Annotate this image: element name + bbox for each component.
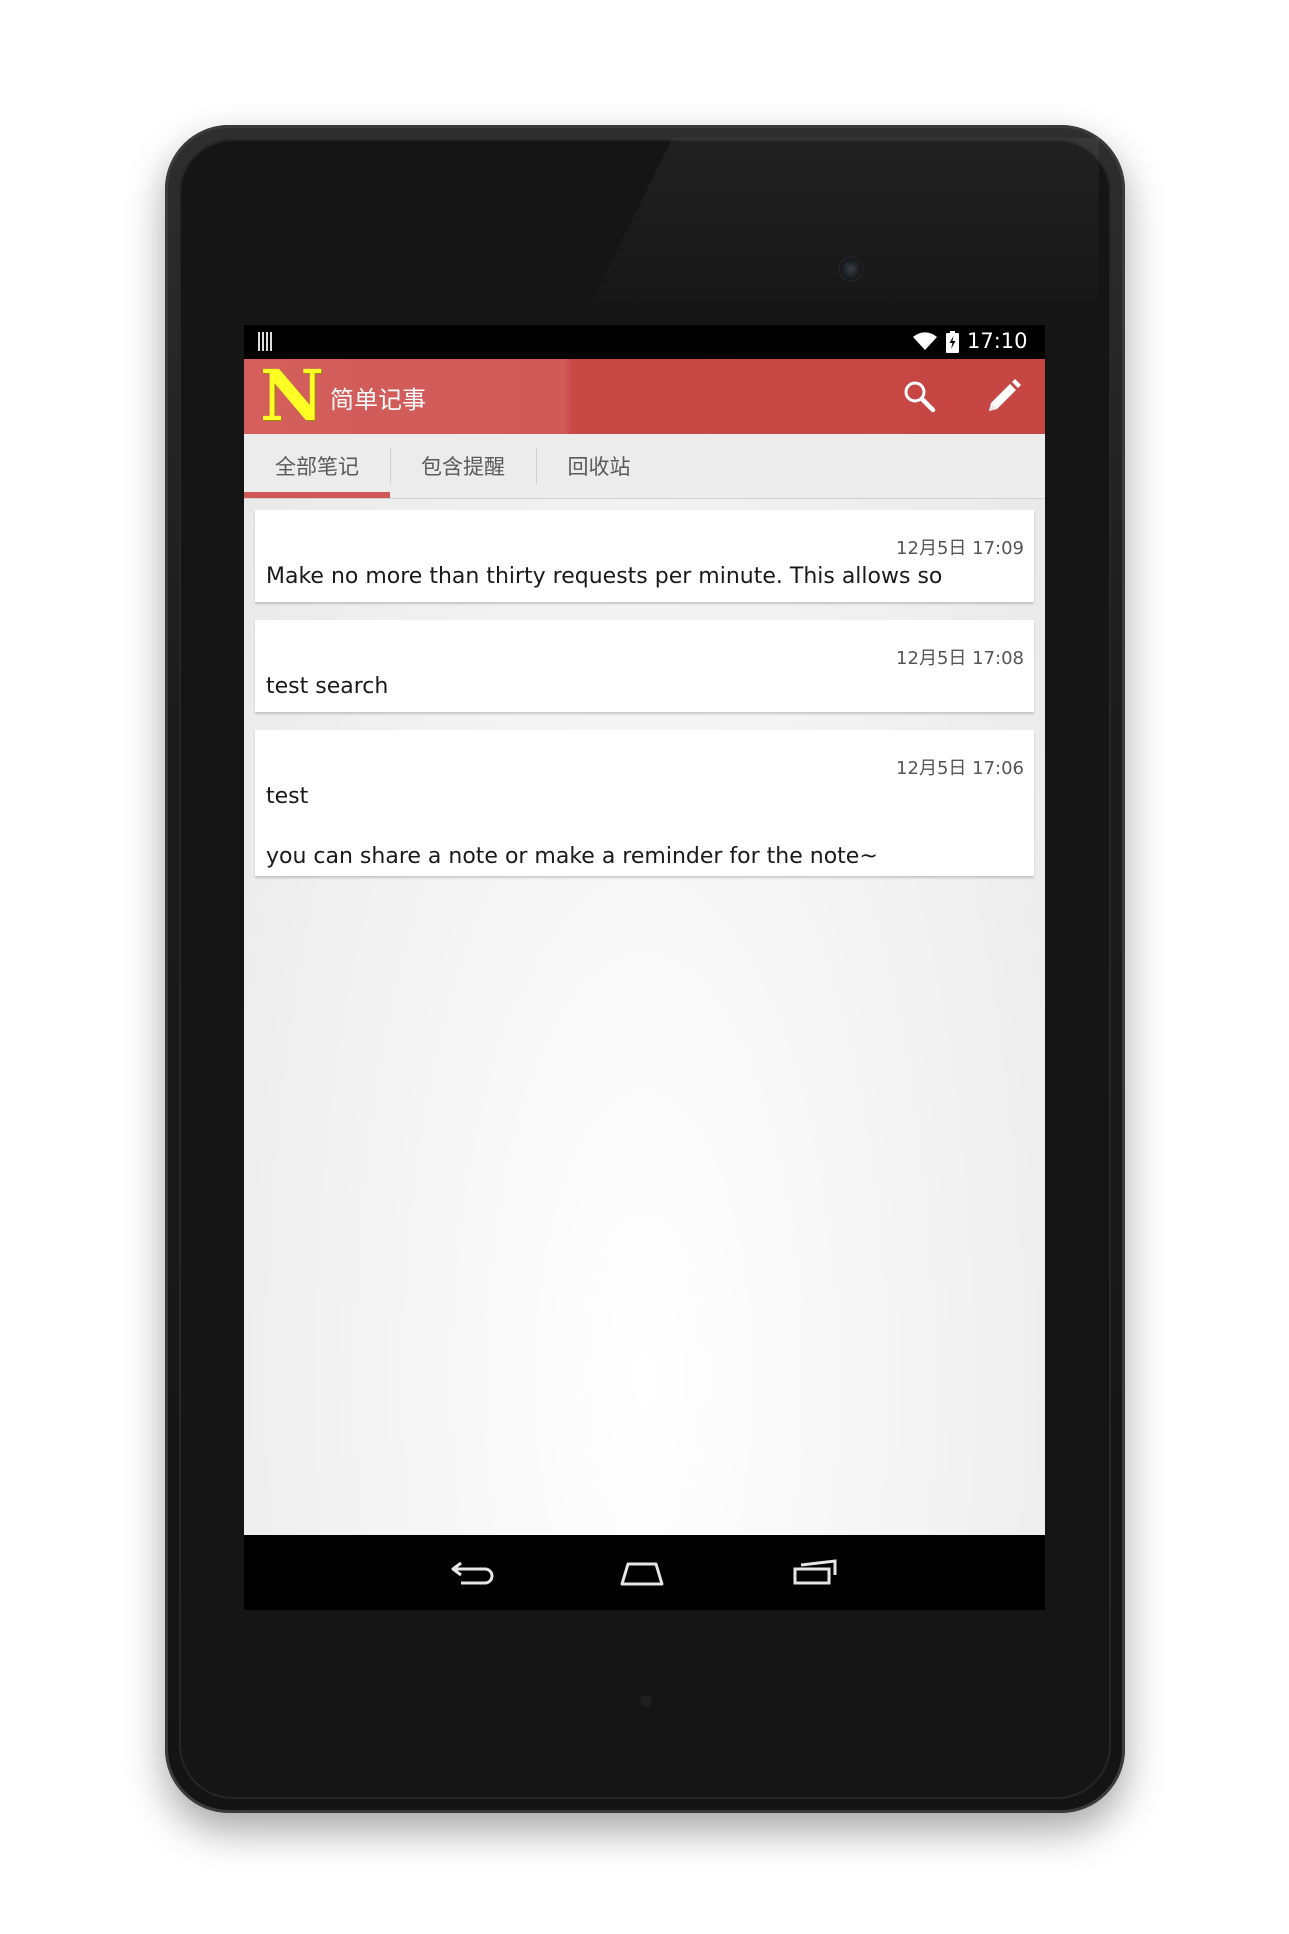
search-icon[interactable] xyxy=(901,378,937,414)
tab-trash[interactable]: 回收站 xyxy=(536,434,662,498)
home-icon[interactable] xyxy=(618,1558,666,1588)
recents-icon[interactable] xyxy=(791,1557,839,1587)
action-bar: N 简单记事 xyxy=(244,359,1045,434)
back-icon[interactable] xyxy=(449,1557,497,1587)
note-card[interactable]: 12月5日 17:08 test search xyxy=(255,620,1034,712)
screen: 17:10 N 简单记事 全部笔记 包含提醒 回收站 12月5日 17:09 M… xyxy=(244,325,1045,1610)
front-camera xyxy=(840,258,862,280)
status-time: 17:10 xyxy=(967,329,1028,353)
note-text: test you can share a note or make a remi… xyxy=(266,784,878,869)
tab-with-reminders[interactable]: 包含提醒 xyxy=(390,434,536,498)
light-sensor xyxy=(640,1695,652,1707)
note-time: 12月5日 17:08 xyxy=(896,648,1024,669)
app-logo[interactable]: N xyxy=(260,361,324,431)
note-list: 12月5日 17:09 Make no more than thirty req… xyxy=(255,510,1034,894)
tab-all-notes[interactable]: 全部笔记 xyxy=(244,434,390,498)
navigation-bar xyxy=(244,1535,1045,1610)
note-card[interactable]: 12月5日 17:09 Make no more than thirty req… xyxy=(255,510,1034,602)
status-bar: 17:10 xyxy=(244,325,1045,359)
note-time: 12月5日 17:09 xyxy=(896,538,1024,559)
selected-tab-indicator xyxy=(244,492,390,498)
tab-bar: 全部笔记 包含提醒 回收站 xyxy=(244,434,1045,499)
app-title: 简单记事 xyxy=(330,386,426,414)
note-time: 12月5日 17:06 xyxy=(896,758,1024,779)
note-card[interactable]: 12月5日 17:06 test you can share a note or… xyxy=(255,730,1034,876)
notification-icon xyxy=(258,332,273,351)
battery-charging-icon xyxy=(946,331,959,353)
wifi-icon xyxy=(913,332,937,350)
pencil-icon[interactable] xyxy=(983,377,1023,417)
